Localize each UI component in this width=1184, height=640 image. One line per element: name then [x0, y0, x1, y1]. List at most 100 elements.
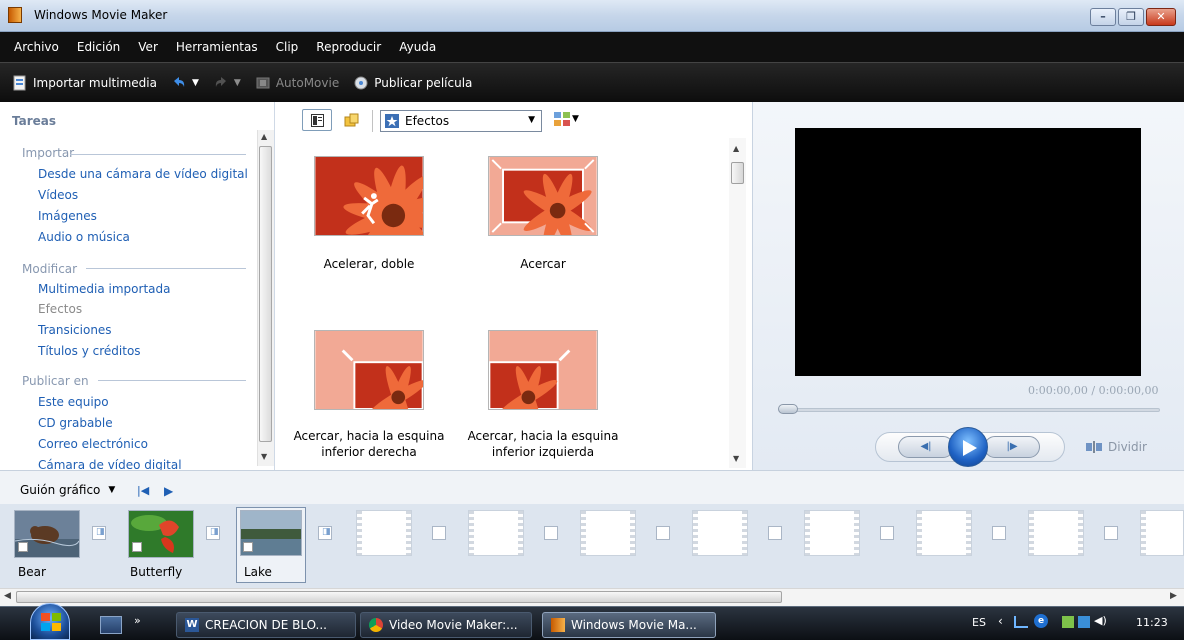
scroll-thumb[interactable]	[731, 162, 744, 184]
clip-checkbox[interactable]	[18, 542, 28, 552]
play-storyboard-button[interactable]: ▶	[164, 484, 173, 498]
tasks-scrollbar[interactable]: ▲ ▼	[257, 130, 274, 466]
tray-expand-icon[interactable]: ‹	[998, 614, 1003, 628]
clock[interactable]: 11:23	[1136, 616, 1168, 629]
empty-clip-slot[interactable]	[356, 510, 412, 556]
scroll-up-icon[interactable]: ▲	[733, 144, 739, 153]
empty-clip-slot[interactable]	[804, 510, 860, 556]
clip-checkbox[interactable]	[132, 542, 142, 552]
split-button[interactable]: Dividir	[1086, 440, 1147, 454]
task-transitions[interactable]: Transiciones	[38, 323, 112, 337]
undo-dropdown-icon[interactable]: ▼	[192, 78, 199, 88]
scroll-up-icon[interactable]: ▲	[261, 132, 267, 141]
next-frame-button[interactable]: |▶	[984, 436, 1040, 458]
view-options-button[interactable]: ▼	[554, 112, 579, 126]
scroll-thumb[interactable]	[259, 146, 272, 442]
transition-slot[interactable]: ◨	[92, 526, 106, 540]
task-cd[interactable]: CD grabable	[38, 416, 113, 430]
menu-archivo[interactable]: Archivo	[14, 40, 59, 54]
task-effects[interactable]: Efectos	[38, 302, 82, 316]
redo-button[interactable]: ▼	[213, 75, 241, 91]
transition-slot[interactable]	[1104, 526, 1118, 540]
scroll-left-icon[interactable]: ◀	[4, 591, 11, 601]
effects-scrollbar[interactable]: ▲ ▼	[729, 138, 746, 468]
ie-tray-icon[interactable]: e	[1034, 614, 1048, 628]
effect-tile[interactable]	[314, 330, 428, 429]
task-audio[interactable]: Audio o música	[38, 230, 130, 244]
empty-clip-slot[interactable]	[1140, 510, 1184, 556]
tray-app-icon[interactable]	[1062, 616, 1074, 628]
title-bar: Windows Movie Maker – ❐ ✕	[0, 0, 1184, 32]
publish-icon	[354, 76, 368, 89]
transition-slot[interactable]	[768, 526, 782, 540]
seek-bar[interactable]	[780, 408, 1160, 412]
divider	[70, 154, 246, 155]
task-videos[interactable]: Vídeos	[38, 188, 78, 202]
automovie-button[interactable]: AutoMovie	[255, 75, 339, 91]
scroll-right-icon[interactable]: ▶	[1170, 591, 1177, 601]
transition-slot[interactable]	[544, 526, 558, 540]
quicklaunch-overflow-icon[interactable]: »	[134, 614, 141, 627]
scroll-thumb[interactable]	[16, 591, 782, 603]
start-button[interactable]	[30, 603, 70, 640]
close-button[interactable]: ✕	[1146, 8, 1176, 26]
scroll-down-icon[interactable]: ▼	[261, 452, 267, 461]
minimize-button[interactable]: –	[1090, 8, 1116, 26]
folder-up-icon[interactable]	[344, 113, 360, 129]
task-imported-media[interactable]: Multimedia importada	[38, 282, 170, 296]
transition-slot[interactable]	[992, 526, 1006, 540]
effect-tile[interactable]	[488, 156, 598, 248]
effect-tile[interactable]	[488, 330, 598, 429]
previous-frame-button[interactable]: ◀|	[898, 436, 954, 458]
empty-clip-slot[interactable]	[1028, 510, 1084, 556]
effect-thumbnail	[314, 330, 428, 429]
menu-ayuda[interactable]: Ayuda	[399, 40, 436, 54]
transition-slot[interactable]	[880, 526, 894, 540]
seek-thumb[interactable]	[778, 404, 798, 414]
redo-dropdown-icon[interactable]: ▼	[234, 78, 241, 88]
taskbar-button-word[interactable]: W CREACION DE BLO...	[176, 612, 356, 638]
transition-slot[interactable]	[656, 526, 670, 540]
play-button[interactable]	[948, 427, 988, 467]
clip-checkbox[interactable]	[243, 542, 253, 552]
collection-dropdown[interactable]: Efectos ▼	[380, 110, 542, 132]
menu-herramientas[interactable]: Herramientas	[176, 40, 258, 54]
maximize-button[interactable]: ❐	[1118, 8, 1144, 26]
language-indicator[interactable]: ES	[972, 616, 986, 629]
undo-button[interactable]: ▼	[171, 75, 199, 91]
task-email[interactable]: Correo electrónico	[38, 437, 148, 451]
rewind-button[interactable]: |◀	[137, 484, 149, 497]
task-images[interactable]: Imágenes	[38, 209, 97, 223]
next-frame-icon: |▶	[1006, 441, 1018, 452]
empty-clip-slot[interactable]	[468, 510, 524, 556]
empty-clip-slot[interactable]	[916, 510, 972, 556]
transition-slot[interactable]: ◨	[206, 526, 220, 540]
effect-tile[interactable]	[314, 156, 444, 266]
split-label: Dividir	[1108, 440, 1147, 454]
menu-clip[interactable]: Clip	[276, 40, 299, 54]
empty-clip-slot[interactable]	[692, 510, 748, 556]
taskbar-button-moviemaker[interactable]: Windows Movie Ma...	[542, 612, 716, 638]
windows-logo-icon	[41, 613, 61, 631]
details-view-button[interactable]	[302, 109, 332, 131]
transition-slot[interactable]: ◨	[318, 526, 332, 540]
import-media-button[interactable]: Importar multimedia	[12, 75, 157, 91]
storyboard-scrollbar[interactable]: ◀ ▶	[0, 588, 1184, 606]
scroll-down-icon[interactable]: ▼	[733, 454, 739, 463]
task-titles-credits[interactable]: Títulos y créditos	[38, 344, 141, 358]
publish-movie-button[interactable]: Publicar película	[353, 75, 472, 91]
tray-monitor-icon[interactable]	[1078, 616, 1090, 628]
menu-reproducir[interactable]: Reproducir	[316, 40, 381, 54]
menu-bar: Archivo Edición Ver Herramientas Clip Re…	[0, 32, 1184, 62]
volume-icon[interactable]: ◀)	[1094, 614, 1107, 627]
network-icon[interactable]	[1014, 616, 1028, 628]
transition-slot[interactable]	[432, 526, 446, 540]
menu-ver[interactable]: Ver	[138, 40, 158, 54]
task-from-camera[interactable]: Desde una cámara de vídeo digital	[38, 167, 248, 181]
menu-edicion[interactable]: Edición	[77, 40, 120, 54]
taskbar-button-chrome[interactable]: Video Movie Maker:...	[360, 612, 532, 638]
view-mode-dropdown[interactable]: Guión gráfico ▼	[20, 483, 115, 497]
task-this-computer[interactable]: Este equipo	[38, 395, 109, 409]
empty-clip-slot[interactable]	[580, 510, 636, 556]
show-desktop-button[interactable]	[100, 616, 122, 634]
